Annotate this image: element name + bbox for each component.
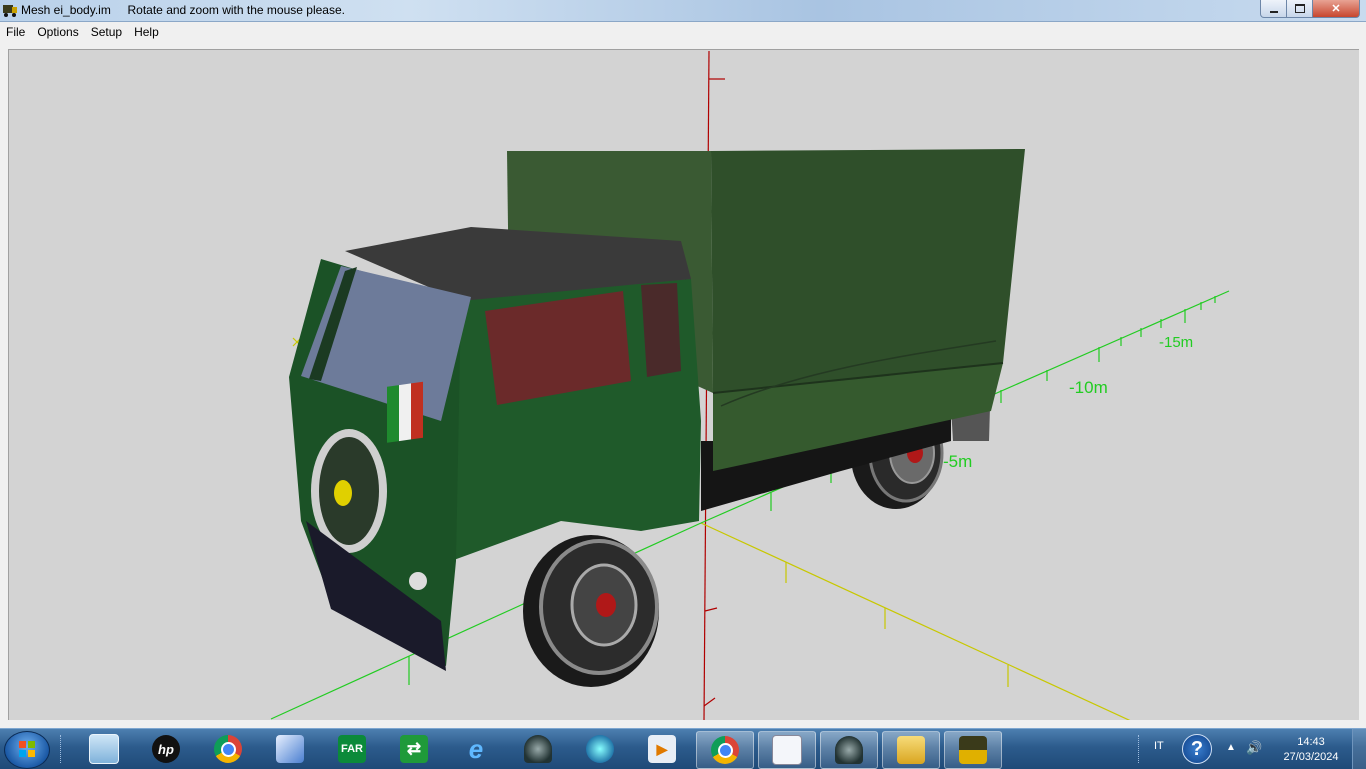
mesh-viewport[interactable]: -5m -10m -15m [8,49,1359,720]
help-icon[interactable]: ? [1182,734,1212,764]
window-hint: Rotate and zoom with the mouse please. [127,3,345,17]
start-button[interactable] [4,731,50,769]
chrome-icon [214,735,242,763]
menu-options[interactable]: Options [31,22,84,42]
truck-model [289,149,1025,687]
document-window-icon [772,735,802,765]
far-manager-icon: FAR [338,735,366,763]
minimize-button[interactable] [1260,0,1287,18]
taskbar-app-game2[interactable] [820,731,878,769]
axis-label-m10: -10m [1069,378,1108,397]
taskbar-app-chrome[interactable] [200,731,256,767]
gears-icon [586,735,614,763]
mesh-scene: -5m -10m -15m [270,50,1230,720]
menu-help[interactable]: Help [128,22,165,42]
taskbar-app-feather[interactable] [262,731,318,767]
clock-date: 27/03/2024 [1283,751,1339,763]
taskbar-app-game1[interactable] [510,731,566,767]
taskbar-app-sync[interactable]: ⇄ [386,731,442,767]
windows-logo-icon [19,741,35,757]
windows-explorer-pane-icon [89,734,119,764]
taskbar-app-hp[interactable]: hp [138,731,194,767]
truck-app-icon [3,5,17,17]
taskbar-grip [60,735,64,763]
axis-label-m5: -5m [943,452,972,471]
minimize-icon [1269,10,1278,13]
menu-bar: File Options Setup Help [0,22,1366,42]
clock[interactable]: 14:43 27/03/2024 [1280,735,1342,765]
hp-icon: hp [152,735,180,763]
folder-icon [897,736,925,764]
show-desktop-button[interactable] [1352,729,1366,769]
window-title-bar[interactable]: Mesh ei_body.im Rotate and zoom with the… [0,0,1366,22]
sync-arrows-icon: ⇄ [400,735,428,763]
taskbar-app-truck[interactable] [944,731,1002,769]
taskbar-app-media[interactable]: ▶ [634,731,690,767]
taskbar-app-far[interactable]: FAR [324,731,380,767]
menu-setup[interactable]: Setup [85,22,128,42]
language-indicator[interactable]: IT [1154,740,1164,752]
taskbar-app-folder[interactable] [882,731,940,769]
restore-button[interactable] [1287,0,1313,18]
menu-file[interactable]: File [0,22,31,42]
internet-explorer-icon: e [468,733,484,764]
media-player-icon: ▶ [648,735,676,763]
taskbar-app-explorer-pane[interactable] [76,731,132,767]
restore-icon [1294,4,1305,13]
volume-icon[interactable]: 🔊 [1246,740,1262,756]
clock-time: 14:43 [1297,736,1325,748]
window-title: Mesh ei_body.im Rotate and zoom with the… [21,3,345,17]
taskbar: hp FAR ⇄ e ▶ IT ? ▲ 🔊 14:43 27/03/2024 [0,728,1366,769]
arch-game-icon [524,735,552,763]
arch-game-icon [835,736,863,764]
close-button[interactable]: ✕ [1313,0,1360,18]
tray-grip [1138,735,1142,763]
taskbar-app-ie[interactable]: e [448,731,504,767]
taskbar-app-gears[interactable] [572,731,628,767]
close-icon: ✕ [1331,3,1341,15]
truck-app-icon [959,736,987,764]
taskbar-app-document[interactable] [758,731,816,769]
axis-label-m15: -15m [1159,334,1193,351]
taskbar-app-chrome-2[interactable] [696,731,754,769]
show-hidden-icons-icon[interactable]: ▲ [1226,742,1236,753]
feather-icon [276,735,304,763]
chrome-icon [711,736,739,764]
